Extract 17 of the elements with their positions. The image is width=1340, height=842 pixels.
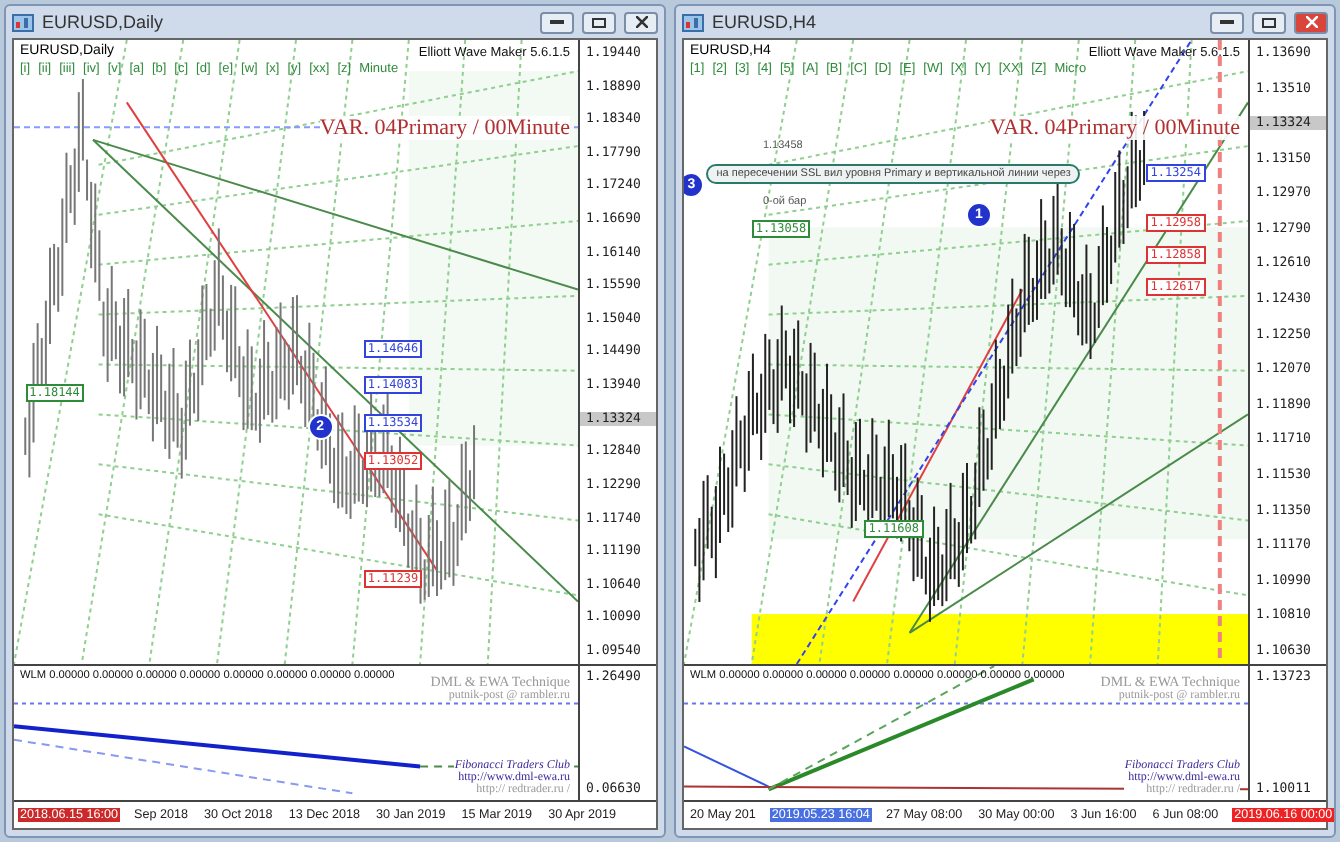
maximize-button[interactable] [1252, 11, 1286, 33]
chart-window-icon [682, 13, 704, 31]
variant-label: VAR. 04Primary / 00Minute [989, 116, 1240, 140]
variant-label: VAR. 04Primary / 00Minute [319, 116, 570, 140]
close-icon [635, 16, 647, 28]
close-button[interactable] [624, 11, 658, 33]
window-title: EURUSD,H4 [712, 12, 819, 32]
maximize-icon [592, 17, 606, 27]
minimize-icon [1220, 19, 1234, 25]
chart-window-icon [12, 13, 34, 31]
window-title: EURUSD,Daily [42, 12, 166, 32]
maximize-button[interactable] [582, 11, 616, 33]
close-icon [1305, 16, 1317, 28]
minimize-button[interactable] [540, 11, 574, 33]
maximize-icon [1262, 17, 1276, 27]
minimize-icon [550, 19, 564, 25]
minimize-button[interactable] [1210, 11, 1244, 33]
